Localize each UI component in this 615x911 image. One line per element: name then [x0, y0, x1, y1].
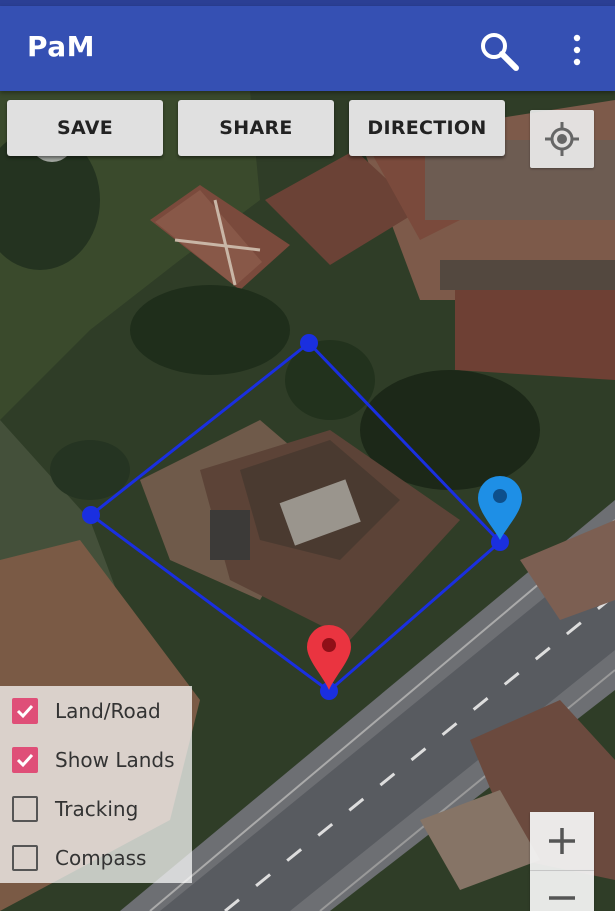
zoom-out-icon: [549, 896, 575, 900]
zoom-in-button[interactable]: [530, 812, 594, 871]
check-icon: [16, 704, 34, 719]
layer-option-tracking[interactable]: Tracking: [12, 794, 138, 824]
app-bar: PaM: [0, 6, 615, 91]
zoom-out-button[interactable]: [530, 871, 594, 911]
app-title: PaM: [27, 30, 96, 63]
layer-options-panel: Land/Road Show Lands Tracking Compass: [0, 686, 192, 883]
polygon-vertex[interactable]: [300, 334, 318, 352]
layer-option-land-road[interactable]: Land/Road: [12, 696, 161, 726]
check-icon: [16, 753, 34, 768]
checkbox-checked[interactable]: [12, 698, 38, 724]
layer-label: Land/Road: [55, 699, 161, 723]
direction-button[interactable]: DIRECTION: [349, 100, 505, 156]
more-vert-icon[interactable]: [562, 32, 592, 68]
checkbox-checked[interactable]: [12, 747, 38, 773]
save-button[interactable]: SAVE: [7, 100, 163, 156]
layer-option-show-lands[interactable]: Show Lands: [12, 745, 175, 775]
layer-label: Tracking: [55, 797, 139, 821]
share-button[interactable]: SHARE: [178, 100, 334, 156]
layer-label: Show Lands: [55, 748, 175, 772]
checkbox-unchecked[interactable]: [12, 796, 38, 822]
checkbox-unchecked[interactable]: [12, 845, 38, 871]
layer-label: Compass: [55, 846, 147, 870]
search-icon[interactable]: [476, 28, 522, 74]
my-location-icon: [545, 122, 579, 156]
zoom-in-icon: [549, 828, 575, 854]
polygon-vertex[interactable]: [82, 506, 100, 524]
layer-option-compass[interactable]: Compass: [12, 843, 146, 873]
my-location-button[interactable]: [530, 110, 594, 168]
